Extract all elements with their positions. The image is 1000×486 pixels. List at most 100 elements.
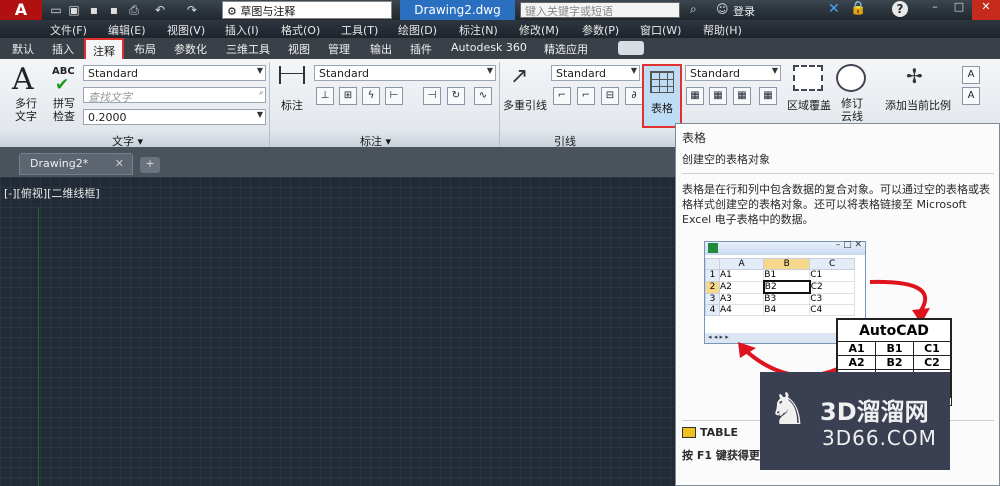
revcloud-icon[interactable] <box>836 64 866 92</box>
print-icon[interactable]: ⎙ <box>126 2 142 18</box>
dim-oblique-icon[interactable]: ∿ <box>474 87 492 105</box>
new-tab-icon[interactable]: + <box>140 157 160 173</box>
scale-list-icon[interactable]: A <box>962 66 980 84</box>
open-file-icon[interactable]: ▣ <box>66 2 82 18</box>
tab-manage[interactable]: 管理 <box>328 41 350 57</box>
chevron-down-icon: ▼ <box>256 66 263 75</box>
excel-col-header: C <box>809 258 855 270</box>
remove-leader-icon[interactable]: ⌐ <box>577 87 595 105</box>
maximize-button[interactable]: □ <box>948 0 970 20</box>
link-data-icon[interactable]: ▦ <box>709 87 727 105</box>
binoculars-icon[interactable]: ⌕ <box>690 2 697 17</box>
search-placeholder: 键入关键字或短语 <box>525 5 613 18</box>
menu-bar: 文件(F) 编辑(E) 视图(V) 插入(I) 格式(O) 工具(T) 绘图(D… <box>0 20 1000 38</box>
menu-help[interactable]: 帮助(H) <box>703 22 742 38</box>
menu-window[interactable]: 窗口(W) <box>640 22 681 38</box>
menu-file[interactable]: 文件(F) <box>50 22 87 38</box>
exchange-icon[interactable]: ✕ <box>828 1 840 17</box>
collect-leader-icon[interactable]: ∂ <box>625 87 643 105</box>
add-scale-label[interactable]: 添加当前比例 <box>880 97 956 113</box>
watermark-domain: 3D66.COM <box>822 426 937 450</box>
menu-dimension[interactable]: 标注(N) <box>459 22 498 38</box>
ribbon-tabs: 默认 插入 注释 布局 参数化 三维工具 视图 管理 输出 插件 Autodes… <box>0 38 1000 59</box>
user-icon[interactable]: ☺ <box>716 2 729 16</box>
close-button[interactable]: ✕ <box>972 0 1000 20</box>
undo-icon[interactable]: ↶ <box>152 2 168 18</box>
multiline-text-label[interactable]: 多行 文字 <box>8 97 44 123</box>
menu-tools[interactable]: 工具(T) <box>341 22 378 38</box>
dimension-icon[interactable] <box>279 66 305 84</box>
menu-draw[interactable]: 绘图(D) <box>398 22 437 38</box>
menu-edit[interactable]: 编辑(E) <box>108 22 146 38</box>
close-icon[interactable]: ✕ <box>115 157 124 170</box>
save-icon[interactable]: ▪ <box>86 2 102 18</box>
multileader-label[interactable]: 多重引线 <box>502 97 548 113</box>
viewport-controls[interactable]: [-][俯视][二维线框] <box>4 185 100 201</box>
upload-data-icon[interactable]: ▦ <box>759 87 777 105</box>
leader-style-select[interactable]: Standard ▼ <box>551 65 640 81</box>
tab-layout[interactable]: 布局 <box>134 41 156 57</box>
login-button[interactable]: 登录 <box>733 3 755 19</box>
drawing-canvas[interactable]: [-][俯视][二维线框] <box>0 177 680 486</box>
watermark: ♞ 3D溜溜网 3D66.COM <box>760 372 950 470</box>
dim-jog-icon[interactable]: ϟ <box>362 87 380 105</box>
panel-divider <box>499 62 500 146</box>
tab-insert[interactable]: 插入 <box>52 41 74 57</box>
tab-output[interactable]: 输出 <box>370 41 392 57</box>
spell-check-label[interactable]: 拼写 检查 <box>48 97 80 123</box>
add-scale-icon[interactable]: ✢ <box>906 64 923 88</box>
watermark-brand: 3D溜溜网 <box>820 398 929 426</box>
menu-modify[interactable]: 修改(M) <box>519 22 559 38</box>
multiline-text-icon[interactable]: A <box>12 62 34 97</box>
dim-adjust-icon[interactable]: ⊞ <box>339 87 357 105</box>
text-style-select[interactable]: Standard ▼ <box>83 65 266 81</box>
extract-data-icon[interactable]: ▦ <box>686 87 704 105</box>
dim-style-select[interactable]: Standard ▼ <box>314 65 496 81</box>
dimension-label[interactable]: 标注 <box>277 97 307 113</box>
add-leader-icon[interactable]: ⌐ <box>553 87 571 105</box>
menu-view[interactable]: 视图(V) <box>167 22 205 38</box>
y-axis-line <box>38 207 39 486</box>
tab-3d-tools[interactable]: 三维工具 <box>226 41 270 57</box>
excel-icon <box>708 243 718 253</box>
tab-annotate[interactable]: 注释 <box>84 38 124 59</box>
table-style-select[interactable]: Standard ▼ <box>685 65 781 81</box>
dim-continue-icon[interactable]: ⊢ <box>385 87 403 105</box>
text-height-select[interactable]: 0.2000 ▼ <box>83 109 266 125</box>
tab-plugins[interactable]: 插件 <box>410 41 432 57</box>
menu-format[interactable]: 格式(O) <box>281 22 320 38</box>
tab-parametric[interactable]: 参数化 <box>174 41 207 57</box>
wipeout-icon[interactable] <box>793 65 823 91</box>
arrow-to-autocad <box>869 279 928 314</box>
tab-default[interactable]: 默认 <box>12 41 34 57</box>
drawing-tab[interactable]: Drawing2* ✕ <box>19 153 133 175</box>
find-icon[interactable]: ⌕ <box>259 88 263 98</box>
dim-update-icon[interactable]: ↻ <box>447 87 465 105</box>
new-file-icon[interactable]: ▭ <box>48 2 64 18</box>
menu-insert[interactable]: 插入(I) <box>225 22 259 38</box>
tab-featured-apps[interactable]: 精选应用 <box>544 41 588 57</box>
tab-view[interactable]: 视图 <box>288 41 310 57</box>
scale-sync-icon[interactable]: A <box>962 87 980 105</box>
revcloud-label[interactable]: 修订 云线 <box>838 97 866 123</box>
autocad-cell: A1 <box>836 341 877 356</box>
download-data-icon[interactable]: ▦ <box>733 87 751 105</box>
multileader-icon[interactable]: ↗ <box>510 64 528 89</box>
lock-icon[interactable]: 🔒 <box>850 1 866 16</box>
app-logo-icon[interactable]: A <box>0 0 42 20</box>
tab-autodesk-360[interactable]: Autodesk 360 <box>451 41 527 54</box>
help-icon[interactable]: ? <box>892 1 908 17</box>
dim-break-icon[interactable]: ⊥ <box>316 87 334 105</box>
redo-icon[interactable]: ↷ <box>184 2 200 18</box>
align-leader-icon[interactable]: ⊟ <box>601 87 619 105</box>
wipeout-label[interactable]: 区域覆盖 <box>785 97 833 113</box>
ribbon-options-icon[interactable] <box>618 41 644 55</box>
search-input[interactable]: 键入关键字或短语 <box>520 2 680 18</box>
find-text-input[interactable]: 查找文字 ⌕ <box>83 87 266 104</box>
workspace-select[interactable]: ⚙ 草图与注释 <box>222 1 392 19</box>
saveas-icon[interactable]: ▪ <box>106 2 122 18</box>
minimize-button[interactable]: – <box>924 0 946 20</box>
menu-parametric[interactable]: 参数(P) <box>582 22 619 38</box>
dim-inspect-icon[interactable]: ⊣ <box>423 87 441 105</box>
table-button[interactable]: 表格 <box>642 64 682 128</box>
